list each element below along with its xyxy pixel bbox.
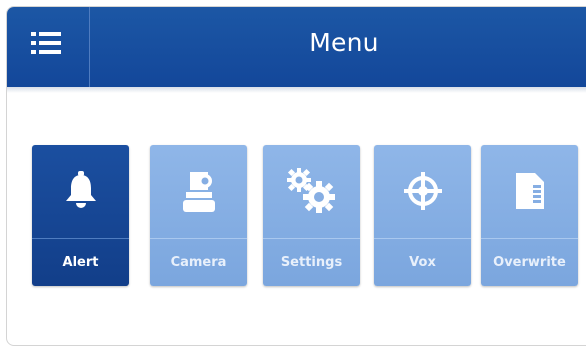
tile-alert[interactable]: Alert [32,145,129,286]
tile-label: Overwrite [493,255,566,270]
menu-button[interactable] [7,7,90,87]
gears-icon [286,168,335,213]
crosshair-icon [403,172,442,210]
tile-label: Vox [409,255,436,270]
page-title: Menu [309,28,379,57]
tile-label: Settings [280,255,343,270]
camera-icon [182,172,215,212]
tile-label: Camera [170,255,227,270]
header-shadow [7,87,586,93]
bell-icon [65,171,96,208]
tile-camera[interactable]: Camera [150,145,247,286]
tile-label: Alert [62,255,99,270]
sd-card-icon [515,173,544,209]
tile-overwrite[interactable]: Overwrite [481,145,578,286]
tile-settings[interactable]: Settings [263,145,360,286]
tile-vox[interactable]: Vox [374,145,471,286]
app-frame: Menu Alert Camera Settings Vox Overwrite [6,6,586,346]
hamburger-icon [31,32,61,54]
header-bar: Menu [7,7,586,87]
